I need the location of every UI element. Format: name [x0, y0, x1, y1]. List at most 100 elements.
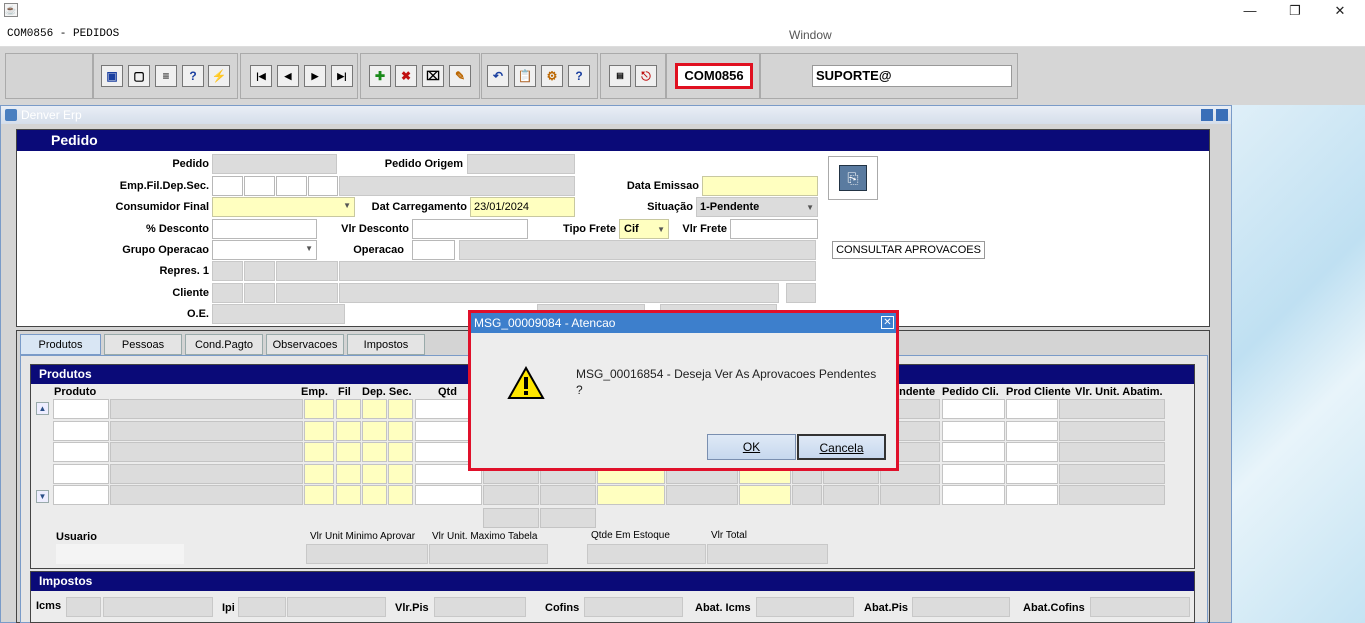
last-record-icon[interactable]: ▶| — [331, 65, 353, 87]
grid-cell[interactable] — [1059, 442, 1165, 462]
grid-cell[interactable] — [739, 485, 791, 505]
desconto-field[interactable] — [212, 219, 317, 239]
grid-cell[interactable] — [388, 442, 413, 462]
grid-cell[interactable] — [304, 442, 334, 462]
grid-cell[interactable] — [336, 463, 361, 484]
repres-field-1[interactable] — [212, 261, 243, 281]
window-icon[interactable]: ▢ — [128, 65, 150, 87]
undo-icon[interactable]: ↶ — [487, 65, 509, 87]
insert-record-icon[interactable]: ✚ — [369, 65, 391, 87]
help-icon[interactable]: ? — [568, 65, 590, 87]
grid-cell[interactable] — [388, 463, 413, 484]
grid-cell[interactable] — [666, 485, 738, 505]
grid-cell[interactable] — [415, 485, 482, 505]
grid-cell[interactable] — [942, 485, 1005, 505]
frame-maximize-icon[interactable] — [1216, 109, 1228, 121]
grid-cell[interactable] — [1059, 485, 1165, 505]
close-icon[interactable]: ✕ — [1330, 2, 1350, 20]
vlr-frete-field[interactable] — [730, 219, 818, 239]
grid-cell[interactable] — [1006, 485, 1058, 505]
grid-cell[interactable] — [362, 399, 387, 419]
tools-icon[interactable]: ⚙ — [541, 65, 563, 87]
repres-field-3[interactable] — [276, 261, 338, 281]
grid-cell[interactable] — [304, 399, 334, 419]
grid-cell[interactable] — [53, 399, 109, 419]
query-icon[interactable]: ? — [182, 65, 204, 87]
grid-cell[interactable] — [540, 485, 596, 505]
save-icon[interactable]: ▣ — [101, 65, 123, 87]
grid-cell[interactable] — [483, 485, 539, 505]
grid-cell[interactable] — [880, 485, 940, 505]
grid-cell[interactable] — [362, 485, 387, 505]
grid-cell[interactable] — [110, 420, 303, 441]
scroll-up-icon[interactable]: ▲ — [36, 402, 49, 415]
grid-cell[interactable] — [388, 485, 413, 505]
grid-cell[interactable] — [823, 485, 879, 505]
grid-cell[interactable] — [942, 442, 1005, 462]
grid-cell[interactable] — [53, 420, 109, 441]
tab-pessoas[interactable]: Pessoas — [104, 334, 182, 355]
fil-field[interactable] — [244, 176, 275, 196]
dialog-close-icon[interactable]: ✕ — [881, 316, 894, 329]
grid-cell[interactable] — [304, 420, 334, 441]
tab-impostos[interactable]: Impostos — [347, 334, 425, 355]
grid-cell[interactable] — [336, 485, 361, 505]
grid-cell[interactable] — [942, 420, 1005, 441]
clear-record-icon[interactable]: ⌧ — [422, 65, 444, 87]
cliente-field-1[interactable] — [212, 283, 243, 303]
grid-cell[interactable] — [362, 442, 387, 462]
document-button[interactable]: ⎘ — [828, 156, 878, 200]
grid-cell[interactable] — [597, 485, 665, 505]
frame-minimize-icon[interactable] — [1201, 109, 1213, 121]
grid-cell[interactable] — [1059, 399, 1165, 419]
execute-icon[interactable]: ⚡ — [208, 65, 230, 87]
minimize-icon[interactable]: — — [1240, 2, 1260, 20]
grid-cell[interactable] — [1006, 463, 1058, 484]
grid-cell[interactable] — [53, 463, 109, 484]
menu-window[interactable]: Window — [789, 28, 832, 42]
grid-cell[interactable] — [362, 463, 387, 484]
dep-field[interactable] — [276, 176, 307, 196]
grid-cell[interactable] — [336, 420, 361, 441]
ok-button[interactable]: OK — [707, 434, 796, 460]
grid-cell[interactable] — [942, 463, 1005, 484]
pedido-field[interactable] — [212, 154, 337, 174]
grid-cell[interactable] — [110, 399, 303, 419]
clipboard-icon[interactable]: 📋 — [514, 65, 536, 87]
cliente-field-3[interactable] — [276, 283, 338, 303]
grid-cell[interactable] — [1006, 442, 1058, 462]
grid-cell[interactable] — [110, 442, 303, 462]
emp-field[interactable] — [212, 176, 243, 196]
maximize-icon[interactable]: ❐ — [1285, 2, 1305, 20]
tipo-frete-select[interactable]: Cif ▼ — [619, 219, 669, 239]
grid-cell[interactable] — [336, 442, 361, 462]
repres-field-2[interactable] — [244, 261, 275, 281]
exit-icon[interactable]: ⎋ — [635, 65, 657, 87]
tab-cond-pagto[interactable]: Cond.Pagto — [185, 334, 263, 355]
vlr-desconto-field[interactable] — [412, 219, 528, 239]
grid-cell[interactable] — [388, 399, 413, 419]
consumidor-final-select[interactable]: ▼ — [212, 197, 355, 217]
grid-cell[interactable] — [110, 485, 303, 505]
pedido-origem-field[interactable] — [467, 154, 575, 174]
grid-cell[interactable] — [1059, 420, 1165, 441]
grid-cell[interactable] — [942, 399, 1005, 419]
grid-cell[interactable] — [110, 463, 303, 484]
grid-cell[interactable] — [336, 399, 361, 419]
data-emissao-field[interactable] — [702, 176, 818, 196]
grid-cell[interactable] — [304, 463, 334, 484]
cancel-button[interactable]: Cancela — [797, 434, 886, 460]
oe-field[interactable] — [212, 304, 345, 324]
next-record-icon[interactable]: ▶ — [304, 65, 326, 87]
tab-observacoes[interactable]: Observacoes — [266, 334, 344, 355]
print-icon[interactable]: ≡ — [155, 65, 177, 87]
grid-cell[interactable] — [388, 420, 413, 441]
grid-cell[interactable] — [1059, 463, 1165, 484]
grid-cell[interactable] — [304, 485, 334, 505]
prev-record-icon[interactable]: ◀ — [277, 65, 299, 87]
cliente-field-2[interactable] — [244, 283, 275, 303]
grid-cell[interactable] — [1006, 420, 1058, 441]
grupo-operacao-select[interactable]: ▼ — [212, 240, 317, 260]
operacao-field[interactable] — [412, 240, 455, 260]
situacao-select[interactable]: 1-Pendente ▼ — [696, 197, 818, 217]
